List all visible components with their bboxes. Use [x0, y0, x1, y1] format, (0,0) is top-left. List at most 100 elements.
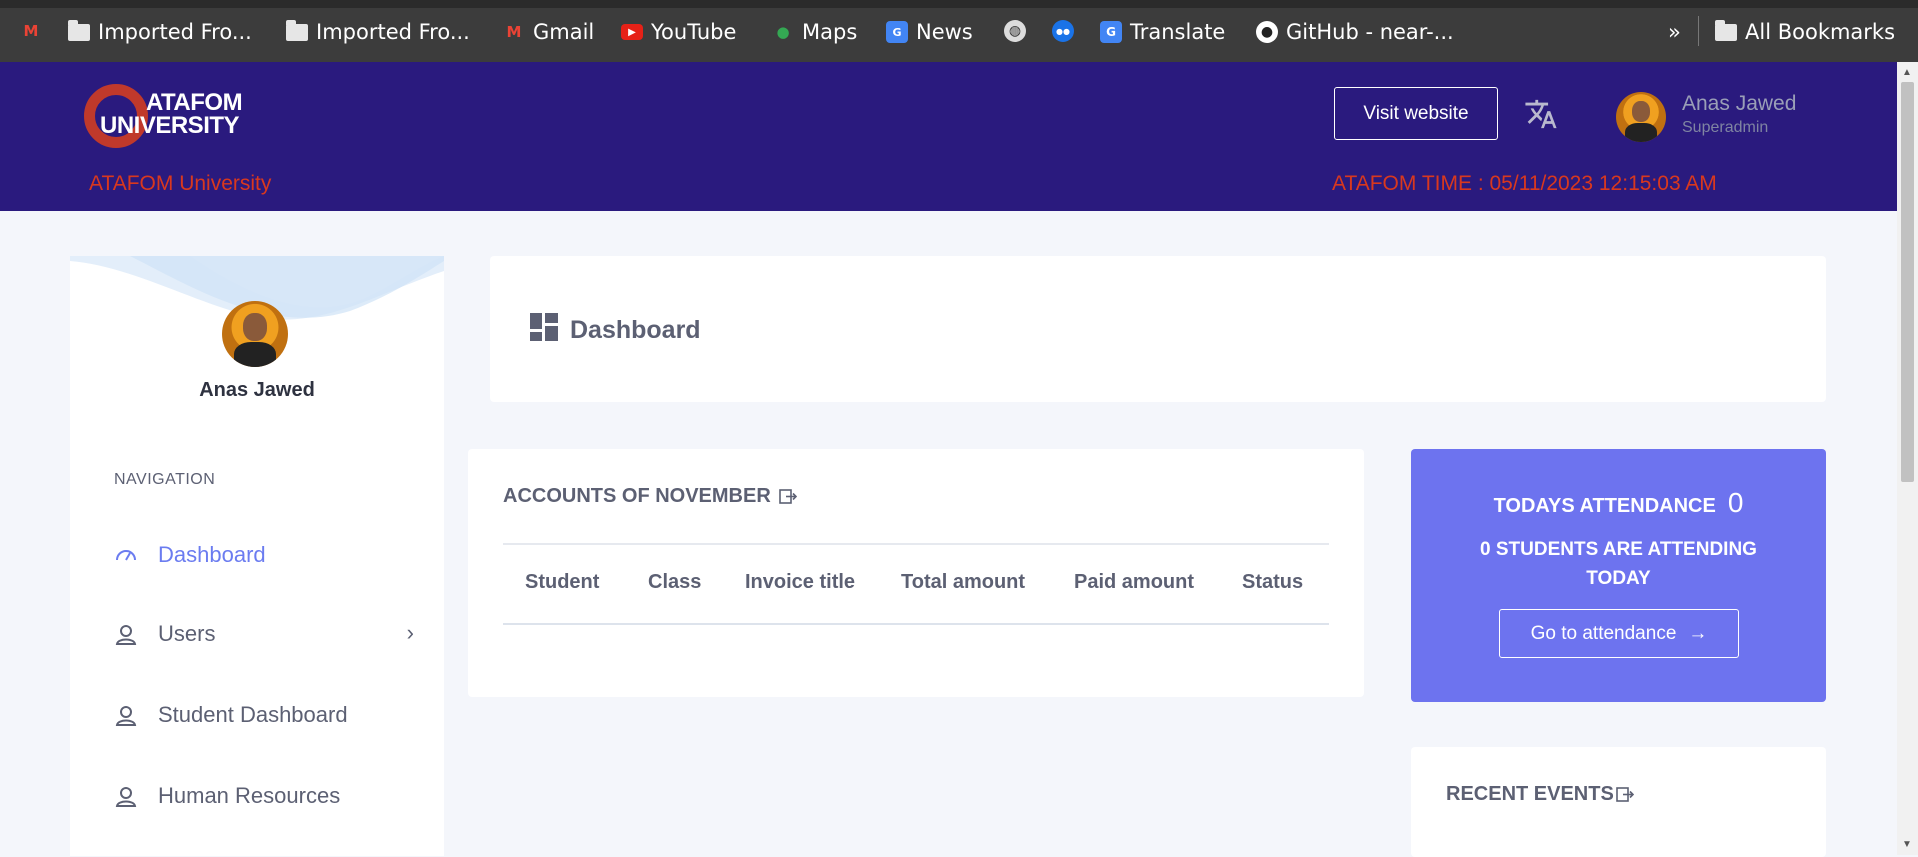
attendance-count: 0	[1727, 487, 1744, 518]
folder-icon	[68, 19, 90, 41]
sidebar: Anas Jawed NAVIGATION Dashboard Users › …	[70, 256, 444, 856]
external-link-icon	[1616, 786, 1634, 802]
column-header-student[interactable]: Student	[525, 571, 599, 594]
all-bookmarks-label: All Bookmarks	[1745, 20, 1896, 44]
column-header-total-amount[interactable]: Total amount	[901, 571, 1025, 594]
column-header-class[interactable]: Class	[648, 571, 701, 594]
sidebar-item-label: Dashboard	[158, 542, 266, 567]
header-user-name[interactable]: Anas Jawed	[1682, 92, 1796, 116]
gmail-icon: M	[506, 23, 522, 41]
news-icon: G	[886, 21, 908, 43]
sidebar-profile-name: Anas Jawed	[199, 379, 315, 401]
bookmark-imported-1[interactable]: Imported Fro...	[68, 19, 252, 44]
bookmark-label: YouTube	[651, 20, 737, 44]
github-icon: ●	[1256, 21, 1278, 43]
sidebar-item-users[interactable]: Users ›	[114, 614, 414, 654]
page-title-card: Dashboard	[490, 256, 1826, 402]
overflow-chevron-icon: »	[1668, 20, 1681, 44]
bookmarks-overflow[interactable]: »	[1668, 20, 1681, 44]
header-user-role: Superadmin	[1682, 119, 1769, 136]
attendance-title: TODAYS ATTENDANCE 0	[1411, 487, 1826, 519]
bookmark-gmail-shortcut[interactable]: M	[20, 20, 42, 42]
recent-events-title[interactable]: RECENT EVENTS	[1446, 783, 1634, 806]
sidebar-item-student-dashboard[interactable]: Student Dashboard	[114, 695, 414, 735]
sidebar-avatar	[222, 301, 288, 367]
attendance-subtitle: 0 STUDENTS ARE ATTENDING TODAY	[1480, 539, 1757, 589]
attendance-title-text: TODAYS ATTENDANCE	[1493, 495, 1716, 517]
bookmark-gmail[interactable]: M Gmail	[503, 20, 595, 44]
accounts-card: ACCOUNTS OF NOVEMBER Student Class Invoi…	[468, 449, 1364, 697]
bookmark-label: News	[916, 20, 973, 44]
sidebar-item-label: Users	[158, 621, 216, 646]
bookmarks-bar: M Imported Fro... Imported Fro... M Gmai…	[0, 0, 1918, 62]
avatar-suit	[233, 341, 277, 367]
page-scrollbar[interactable]: ▲ ▼	[1897, 62, 1918, 855]
user-icon	[114, 622, 138, 646]
bookmark-label: Imported Fro...	[98, 20, 252, 44]
translate-glyph	[1525, 99, 1557, 129]
sidebar-item-label: Human Resources	[158, 783, 341, 808]
avatar-suit	[1625, 123, 1657, 142]
bookmark-translate[interactable]: G Translate	[1100, 20, 1225, 44]
avatar-face	[243, 312, 267, 341]
bookmark-youtube[interactable]: ▶ YouTube	[621, 20, 736, 44]
attendance-card: TODAYS ATTENDANCE 0 0 STUDENTS ARE ATTEND…	[1411, 449, 1826, 702]
avatar-face	[1632, 101, 1650, 122]
page-title: Dashboard	[570, 316, 701, 344]
arrow-right-icon: →	[1688, 622, 1708, 644]
table-header-border	[503, 623, 1329, 625]
youtube-icon: ▶	[621, 24, 643, 40]
user-icon	[114, 703, 138, 727]
bookmark-label: GitHub - near-...	[1286, 20, 1454, 44]
bookmark-label: Translate	[1130, 20, 1226, 44]
bookmark-imported-2[interactable]: Imported Fro...	[286, 19, 470, 44]
scroll-up-arrow-icon[interactable]: ▲	[1902, 67, 1912, 78]
folder-icon	[1715, 19, 1737, 41]
translate-icon[interactable]	[1524, 97, 1558, 131]
recent-events-title-text: RECENT EVENTS	[1446, 783, 1614, 805]
bookmark-maps[interactable]: ● Maps	[772, 20, 857, 44]
bookmark-label: Maps	[802, 20, 858, 44]
all-bookmarks[interactable]: All Bookmarks	[1715, 19, 1896, 44]
bookmark-globe[interactable]: ◍	[1004, 20, 1026, 42]
bookmark-site[interactable]: ●●	[1052, 20, 1074, 42]
table-top-border	[503, 543, 1329, 545]
user-avatar[interactable]	[1616, 92, 1666, 142]
sidebar-item-dashboard[interactable]: Dashboard	[114, 535, 414, 575]
gauge-icon	[114, 543, 138, 567]
accounts-title-text: ACCOUNTS OF NOVEMBER	[503, 485, 771, 507]
tab-strip-edge	[0, 0, 1918, 8]
go-to-attendance-label: Go to attendance	[1530, 622, 1677, 644]
dashboard-icon	[530, 313, 558, 341]
column-header-paid-amount[interactable]: Paid amount	[1074, 571, 1194, 594]
bookmark-news[interactable]: G News	[886, 20, 973, 44]
maps-icon: ●	[776, 23, 790, 41]
accounts-title[interactable]: ACCOUNTS OF NOVEMBER	[503, 485, 797, 508]
scrollbar-thumb[interactable]	[1901, 82, 1914, 482]
translate-icon: G	[1100, 21, 1122, 43]
bookmark-label: Imported Fro...	[316, 20, 470, 44]
chevron-right-icon: ›	[406, 620, 414, 645]
column-header-invoice-title[interactable]: Invoice title	[745, 571, 855, 594]
folder-icon	[286, 19, 308, 41]
bookmarks-divider	[1698, 16, 1699, 46]
gmail-icon: M	[23, 22, 39, 40]
logo-text-line2: UNIVERSITY	[100, 112, 240, 139]
external-link-icon	[778, 488, 797, 504]
bookmark-github[interactable]: ● GitHub - near-...	[1256, 20, 1454, 44]
user-icon	[114, 784, 138, 808]
go-to-attendance-button[interactable]: Go to attendance →	[1499, 609, 1739, 658]
scroll-down-arrow-icon[interactable]: ▼	[1902, 839, 1912, 850]
site-icon: ●●	[1052, 20, 1074, 42]
atafom-time: ATAFOM TIME : 05/11/2023 12:15:03 AM	[1332, 172, 1717, 195]
visit-website-button[interactable]: Visit website	[1334, 87, 1498, 140]
university-name: ATAFOM University	[89, 172, 272, 195]
nav-section-title: NAVIGATION	[114, 471, 216, 488]
recent-events-card: RECENT EVENTS	[1411, 747, 1826, 857]
column-header-status[interactable]: Status	[1242, 571, 1303, 594]
sidebar-item-label: Student Dashboard	[158, 702, 348, 727]
globe-icon: ◍	[1004, 20, 1026, 42]
university-logo[interactable]: ATAFOM UNIVERSITY	[84, 84, 254, 152]
sidebar-item-human-resources[interactable]: Human Resources	[114, 776, 414, 816]
bookmark-label: Gmail	[533, 20, 595, 44]
